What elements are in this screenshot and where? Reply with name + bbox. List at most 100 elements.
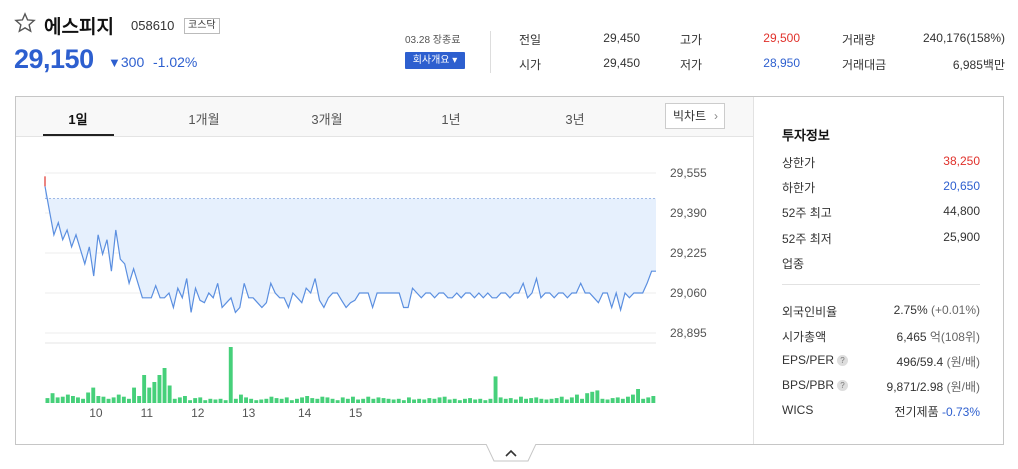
volume-bar	[549, 398, 554, 403]
row-extra: 억(108위)	[929, 330, 980, 344]
row-extra: (원/배)	[946, 355, 980, 369]
row-extra: (+0.01%)	[930, 303, 980, 317]
price-chart: 29,555 29,390 29,225 29,060 28,895 10 11 12 13 14…	[44, 166, 707, 420]
collapse-button[interactable]	[486, 444, 536, 469]
volume-bar	[539, 398, 544, 403]
x-tick-label: 12	[191, 406, 205, 420]
volume-bar	[396, 398, 401, 403]
volume-bar	[50, 393, 55, 403]
volume-bar	[605, 399, 610, 403]
volume-bar	[127, 398, 131, 403]
active-tab-indicator	[43, 134, 114, 136]
high-value: 29,500	[763, 31, 800, 45]
volume-bar	[162, 368, 167, 403]
volume-bar	[76, 397, 80, 403]
volume-bar	[620, 398, 625, 403]
tab-3month[interactable]: 3개월	[292, 109, 362, 128]
volume-bar	[463, 398, 467, 403]
volume-bar	[457, 400, 462, 403]
volume-bar	[564, 399, 569, 403]
help-icon[interactable]: ?	[837, 380, 849, 391]
volume-bar	[330, 398, 335, 403]
prev-close-value: 29,450	[603, 31, 640, 45]
volume-bar	[427, 398, 432, 403]
row-label: 시가총액	[782, 330, 827, 344]
company-overview-button[interactable]: 회사개요 ▾	[405, 52, 465, 69]
volume-bar	[132, 387, 136, 403]
volume-bar	[534, 397, 539, 403]
tab-1year[interactable]: 1년	[416, 109, 486, 128]
row-label: 상한가	[782, 156, 816, 170]
volume-bar	[86, 392, 91, 403]
bigchart-button[interactable]: 빅차트 ›	[665, 103, 725, 129]
volume-bar	[223, 400, 228, 403]
x-tick-label: 14	[298, 406, 312, 420]
x-tick-label: 10	[89, 406, 103, 420]
volume-bar	[325, 397, 330, 403]
wics-row: WICS 전기제품 -0.73%	[782, 403, 980, 419]
volume-bar	[177, 397, 182, 403]
52week-low-row: 52주 최저 25,900	[782, 230, 980, 247]
stock-code: 058610	[131, 18, 175, 33]
volume-bar	[345, 398, 350, 403]
volume-bar	[452, 398, 457, 403]
tab-1day[interactable]: 1일	[43, 109, 113, 128]
volume-bar	[274, 398, 279, 403]
volume-bar	[386, 398, 391, 403]
row-extra: -0.73%	[941, 405, 980, 419]
volume-bar	[391, 399, 396, 403]
y-tick-label: 29,390	[670, 206, 707, 220]
tab-3year[interactable]: 3년	[540, 109, 610, 128]
volume-bar	[590, 391, 595, 403]
volume-bar	[116, 394, 121, 403]
tab-1month[interactable]: 1개월	[169, 109, 239, 128]
low-label: 저가	[680, 58, 703, 72]
volume-bar	[142, 375, 147, 403]
volume-bar	[213, 399, 218, 403]
volume-bar	[172, 398, 177, 403]
market-status: 03.28 장종료	[405, 35, 461, 46]
volume-bar	[233, 398, 238, 403]
volume-bar	[351, 396, 355, 403]
y-tick-label: 28,895	[670, 326, 707, 340]
row-value: 38,250	[943, 154, 980, 168]
volume-bar	[300, 397, 304, 403]
volume-bar	[468, 398, 472, 403]
volume-bar	[401, 400, 406, 403]
volume-bar	[437, 397, 442, 403]
volume-bar	[193, 398, 198, 403]
volume-bar	[519, 396, 523, 403]
favorite-star-icon[interactable]	[14, 12, 36, 34]
row-value[interactable]: 전기제품	[894, 405, 938, 419]
y-tick-label: 29,555	[670, 166, 707, 180]
volume-bar	[508, 398, 513, 403]
volume-bar	[498, 397, 503, 403]
prev-close-label: 전일	[519, 33, 542, 47]
volume-bar	[381, 398, 386, 403]
volume-bar	[361, 398, 366, 403]
row-value: 2.75%	[893, 303, 928, 317]
volume-bar	[279, 398, 284, 403]
help-icon[interactable]: ?	[837, 355, 849, 366]
volume-bar	[366, 396, 371, 403]
volume-bar	[208, 398, 213, 403]
stock-name: 에스피지	[44, 17, 114, 38]
volume-bar	[254, 400, 259, 403]
volume-bar	[636, 389, 640, 403]
change-value: 300	[120, 54, 145, 70]
volume-bar	[615, 397, 620, 403]
divider	[782, 284, 980, 285]
y-tick-label: 29,060	[670, 286, 707, 300]
upper-limit-row: 상한가 38,250	[782, 154, 980, 171]
row-label: 외국인비율	[782, 305, 838, 319]
volume-bar	[147, 387, 152, 403]
volume-bar	[269, 396, 274, 403]
volume-bar	[356, 399, 360, 403]
y-tick-label: 29,225	[670, 246, 707, 260]
chart-panel: 1일 1개월 3개월 1년 3년 빅차트 › 29,555 29,390 29,225…	[15, 96, 1004, 445]
industry-row: 업종	[782, 255, 980, 272]
row-label: BPS/PBR	[782, 378, 835, 392]
volume-bar	[524, 398, 528, 403]
market-badge: 코스닥	[184, 18, 220, 34]
volume-bar	[218, 398, 223, 403]
